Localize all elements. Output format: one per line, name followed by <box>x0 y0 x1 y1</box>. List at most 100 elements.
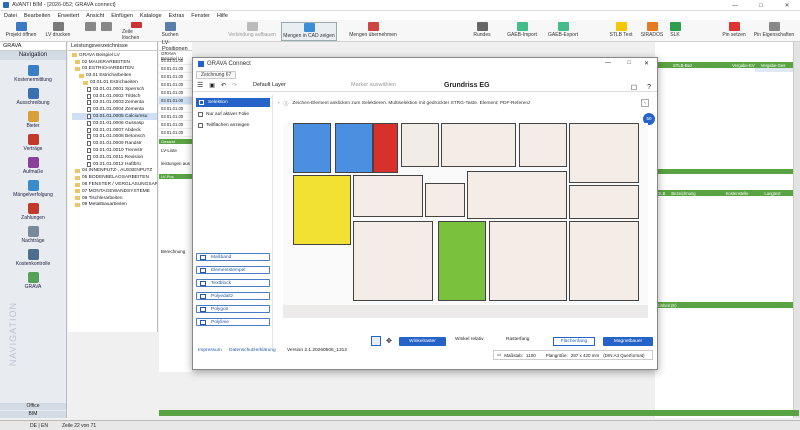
winkel-relativ-toggle[interactable]: Winkel relativ <box>455 337 484 342</box>
tab-zeichnung[interactable]: Zeichnung 67 <box>196 70 237 79</box>
tree-item[interactable]: 03.01.01.0003 Zementa <box>72 100 157 107</box>
position-row[interactable]: 03.01.01.00 <box>159 113 192 121</box>
menu-fenster[interactable]: Fenster <box>191 13 210 19</box>
nav-kostenermittlung[interactable]: Kostenermittlung <box>0 65 66 83</box>
comments-icon[interactable]: ☐ <box>631 84 637 92</box>
menu-extras[interactable]: Extras <box>169 13 185 19</box>
fit-view-icon[interactable] <box>371 336 381 346</box>
menu-datei[interactable]: Datei <box>4 13 17 19</box>
polylinie-tool[interactable]: Polylinie <box>196 318 270 326</box>
slk-button[interactable]: SLK <box>668 22 682 41</box>
mengen-in-cad-zeigen-button[interactable]: Mengen in CAD zeigen <box>281 22 337 41</box>
selektion-button[interactable]: Selektion <box>196 98 270 107</box>
nav-kostenkontrolle[interactable]: Kostenkontrolle <box>0 249 66 267</box>
position-row[interactable]: 03.01.01.00 <box>159 105 192 113</box>
dialog-minimize-button[interactable]: — <box>605 60 611 66</box>
redo-button[interactable] <box>100 22 112 41</box>
nur-aktive-folie-checkbox[interactable]: Nur auf aktiver Folie <box>198 112 249 117</box>
language-switch[interactable]: DE | EN <box>30 423 48 429</box>
tree-item[interactable]: 03.01.01.0005 Calciumsu <box>72 113 157 120</box>
nav-zahlungen[interactable]: Zahlungen <box>0 203 66 221</box>
tree-item[interactable]: 03.01.01.0004 Zementa <box>72 106 157 113</box>
menu-einfuegen[interactable]: Einfügen <box>111 13 133 19</box>
gaeb-export-button[interactable]: GAEB-Export <box>545 22 581 41</box>
position-row[interactable]: 03.01.01.00 <box>159 121 192 129</box>
menu-ansicht[interactable]: Ansicht <box>86 13 104 19</box>
dialog-maximize-button[interactable]: □ <box>627 60 631 66</box>
polyedaltz-tool[interactable]: Polyedaltz <box>196 292 270 300</box>
polygon-tool[interactable]: Polygon <box>196 305 270 313</box>
nav-aufmasse[interactable]: Aufmaße <box>0 157 66 175</box>
mengen-uebernehmen-button[interactable]: Mengen übernehmen <box>346 22 400 41</box>
rasterfang-toggle[interactable]: Rasterfang <box>506 337 529 342</box>
tree-item[interactable]: 03.01.01.0007 Abdeck <box>72 127 157 134</box>
stlb-text-button[interactable]: STLB Text <box>609 22 633 41</box>
tree-item[interactable]: 03.01.01.0002 Trittsch <box>72 93 157 100</box>
position-row[interactable]: 03.01.01.00 <box>159 97 192 105</box>
room-red[interactable] <box>373 123 398 173</box>
minimize-button[interactable]: — <box>722 0 748 11</box>
tree-item[interactable]: 03.01.01 Estrichaeiten <box>72 79 157 86</box>
elementstempel-tool[interactable]: Elementstempel <box>196 266 270 274</box>
nav-ausschreibung[interactable]: Ausschreibung <box>0 88 66 106</box>
tree-item[interactable]: 02 MAUERARBEITEN <box>72 59 157 66</box>
projekt-oeffnen-button[interactable]: Projekt öffnen <box>4 22 38 41</box>
save-icon[interactable]: ▣ <box>209 82 215 89</box>
undo-icon[interactable]: ↶ <box>221 82 226 89</box>
verbindung-aufbauen-button[interactable]: Verbindung aufbauen <box>226 22 278 41</box>
close-button[interactable]: ✕ <box>774 0 800 11</box>
tree-item[interactable]: 03.01.01.0009 Randstr <box>72 140 157 147</box>
nav-nachtraege[interactable]: Nachträge <box>0 226 66 244</box>
position-row[interactable]: 03.01.01.00 <box>159 73 192 81</box>
tree-item[interactable]: 03.01 Estricharbeiten <box>72 72 157 79</box>
room-yellow[interactable] <box>293 175 351 245</box>
undo-button[interactable] <box>84 22 96 41</box>
vertical-scrollbar[interactable] <box>793 42 800 418</box>
teilflaechen-checkbox[interactable]: Teilflächen anzeigen <box>198 123 249 128</box>
datenschutz-link[interactable]: Datenschutzerklärung <box>229 348 276 353</box>
nav-grava[interactable]: GRAVA <box>0 272 66 290</box>
tree-item[interactable]: 06 FENSTER / VERGLASUNGSAR <box>72 181 157 188</box>
lv-drucken-button[interactable]: LV drucken <box>44 22 72 41</box>
help-icon[interactable]: ? <box>647 84 651 91</box>
massband-tool[interactable]: Maßband <box>196 253 270 261</box>
menu-hilfe[interactable]: Hilfe <box>217 13 228 19</box>
tree-item[interactable]: GRAVA Beispiel LV <box>72 52 157 59</box>
winkelraster-toggle[interactable]: Winkelraster <box>399 337 446 346</box>
tree-item[interactable]: 09 Metallbauarbeiten <box>72 202 157 209</box>
chevron-right-icon[interactable]: › <box>278 101 280 106</box>
tree-item[interactable]: 03.01.01.0006 Gussasp <box>72 120 157 127</box>
tree-item[interactable]: 05 BODENBELAGSARBEITEN <box>72 174 157 181</box>
tree-item[interactable]: 03.01.01.0001 Sperrsch <box>72 86 157 93</box>
impressum-link[interactable]: Impressum <box>198 348 222 353</box>
position-row[interactable]: 03.01.01.00 <box>159 129 192 137</box>
gaeb-import-button[interactable]: GAEB-Import <box>505 22 539 41</box>
tree-item[interactable]: 03.01.01.0010 Trennstr <box>72 147 157 154</box>
position-row[interactable]: 03.01.01.00 <box>159 65 192 73</box>
tree-item[interactable]: 03.01.01.0008 Betonsch <box>72 134 157 141</box>
nav-office[interactable]: Office <box>0 403 66 410</box>
room-blue-1[interactable] <box>293 123 331 173</box>
suchen-button[interactable]: Suchen <box>160 22 180 41</box>
chevron-left-icon[interactable]: ‹ <box>641 99 649 107</box>
zeile-loeschen-button[interactable]: Zeile löschen <box>122 22 150 41</box>
tree-item[interactable]: 08 Tischlerarbeiten <box>72 195 157 202</box>
flaechenfang-toggle[interactable]: Flächenfang <box>553 337 595 346</box>
tree-item[interactable]: 03.01.01.0012 Haftbrü <box>72 161 157 168</box>
textblock-tool[interactable]: Textblock <box>196 279 270 287</box>
redo-icon[interactable]: ↷ <box>232 82 237 89</box>
layer-select[interactable]: Default Layer <box>253 82 323 88</box>
sirados-button[interactable]: SIRADOS <box>640 22 664 41</box>
menu-icon[interactable]: ☰ <box>197 81 203 89</box>
move-icon[interactable]: ✥ <box>386 337 392 345</box>
pin-setzen-button[interactable]: Pin setzen <box>720 22 748 41</box>
magnetbauer-toggle[interactable]: Magnetbauer <box>603 337 653 346</box>
menu-bearbeiten[interactable]: Bearbeiten <box>24 13 51 19</box>
menu-erweitert[interactable]: Erweitert <box>57 13 79 19</box>
position-row[interactable]: 03.01.01.00 <box>159 89 192 97</box>
pin-eigenschaften-button[interactable]: Pin Eigenschaften <box>752 22 796 41</box>
maximize-button[interactable]: □ <box>748 0 774 11</box>
nav-maengelverfolgung[interactable]: Mängelverfolgung <box>0 180 66 198</box>
marker-select[interactable]: Marker auswählen <box>351 82 416 88</box>
room-blue-2[interactable] <box>335 123 373 173</box>
